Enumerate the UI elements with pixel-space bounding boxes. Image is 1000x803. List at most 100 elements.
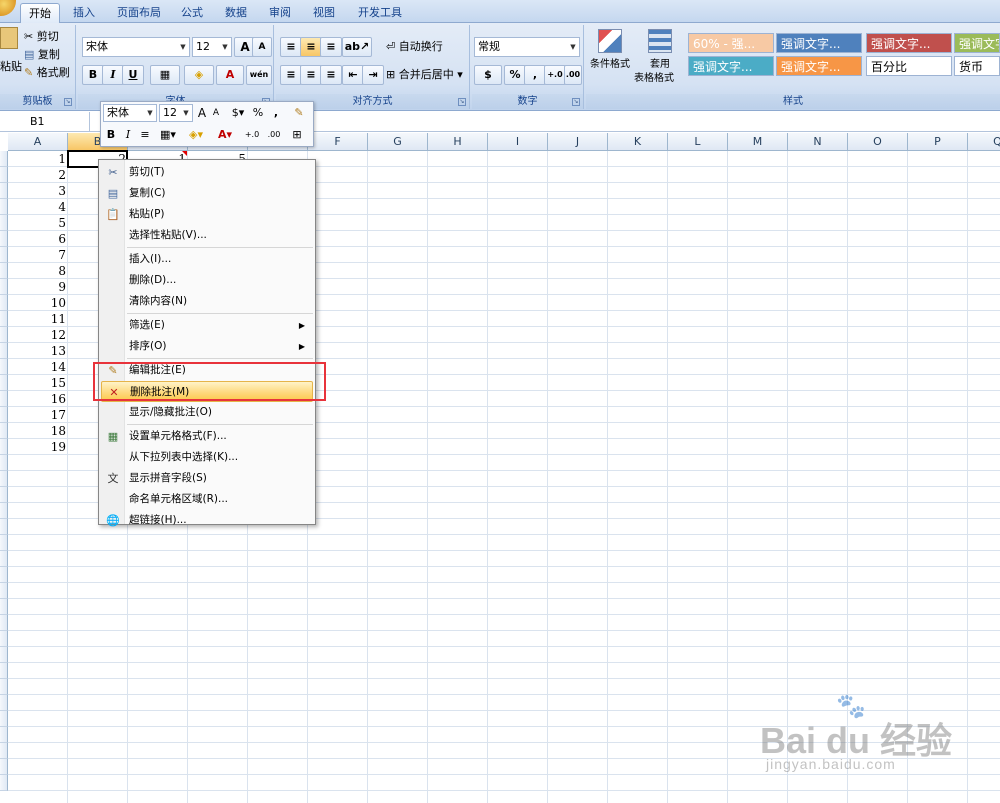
mini-merge-button[interactable]: ⊞ bbox=[287, 126, 307, 144]
row-header[interactable] bbox=[0, 391, 8, 407]
tab-formulas[interactable]: 公式 bbox=[174, 3, 210, 23]
row-header[interactable] bbox=[0, 631, 8, 647]
font-size-select[interactable]: 12 ▼ bbox=[192, 37, 232, 57]
cut-button[interactable]: ✂ 剪切 bbox=[24, 27, 59, 47]
row-header[interactable] bbox=[0, 311, 8, 327]
mini-bold-button[interactable]: B bbox=[103, 126, 119, 144]
row-header[interactable] bbox=[0, 151, 8, 167]
row-header[interactable] bbox=[0, 775, 8, 791]
style-cell-percent[interactable]: 百分比 bbox=[866, 56, 952, 76]
cell-a7[interactable]: 7 bbox=[8, 247, 66, 263]
cell-a12[interactable]: 12 bbox=[8, 327, 66, 343]
align-top-button[interactable]: ≡ bbox=[280, 37, 302, 57]
column-header-m[interactable]: M bbox=[728, 133, 788, 151]
align-right-button[interactable]: ≡ bbox=[320, 65, 342, 85]
row-header[interactable] bbox=[0, 647, 8, 663]
cell-a18[interactable]: 18 bbox=[8, 423, 66, 439]
number-launcher[interactable]: ↘ bbox=[572, 98, 580, 106]
menu-item-14[interactable]: 从下拉列表中选择(K)... bbox=[101, 447, 313, 468]
increase-indent-button[interactable]: ⇥ bbox=[362, 65, 384, 85]
cell-a17[interactable]: 17 bbox=[8, 407, 66, 423]
menu-item-1[interactable]: ✂ 剪切(T) bbox=[101, 162, 313, 183]
paste-button[interactable]: 粘贴 bbox=[0, 57, 22, 77]
cell-a13[interactable]: 13 bbox=[8, 343, 66, 359]
cell-a10[interactable]: 10 bbox=[8, 295, 66, 311]
align-center-button[interactable]: ≡ bbox=[300, 65, 322, 85]
mini-size-select[interactable]: 12 ▼ bbox=[159, 104, 193, 122]
row-header[interactable] bbox=[0, 407, 8, 423]
row-header[interactable] bbox=[0, 503, 8, 519]
cell-a4[interactable]: 4 bbox=[8, 199, 66, 215]
cell-a1[interactable]: 1 bbox=[8, 151, 66, 167]
menu-item-6[interactable]: 删除(D)... bbox=[101, 270, 313, 291]
format-painter-button[interactable]: ✎ 格式刷 bbox=[24, 63, 70, 83]
increase-decimal-button[interactable]: +.0 bbox=[544, 65, 566, 85]
column-header-g[interactable]: G bbox=[368, 133, 428, 151]
column-header-p[interactable]: P bbox=[908, 133, 968, 151]
mini-grow-font-button[interactable]: A bbox=[195, 104, 209, 122]
tab-developer[interactable]: 开发工具 bbox=[350, 3, 410, 23]
mini-fill-color-button[interactable]: ◈▾ bbox=[183, 126, 209, 144]
percent-button[interactable]: % bbox=[504, 65, 526, 85]
row-header[interactable] bbox=[0, 663, 8, 679]
row-header[interactable] bbox=[0, 759, 8, 775]
row-header[interactable] bbox=[0, 519, 8, 535]
shrink-font-button[interactable]: A bbox=[252, 37, 272, 57]
row-header[interactable] bbox=[0, 359, 8, 375]
menu-item-12[interactable]: 显示/隐藏批注(O) bbox=[101, 402, 313, 423]
mini-increase-decimal-button[interactable]: +.0 bbox=[241, 126, 263, 144]
row-header[interactable] bbox=[0, 199, 8, 215]
row-header[interactable] bbox=[0, 567, 8, 583]
row-header[interactable] bbox=[0, 183, 8, 199]
paste-icon[interactable] bbox=[0, 27, 18, 49]
menu-item-17[interactable]: 🌐 超链接(H)... bbox=[101, 510, 313, 531]
row-header[interactable] bbox=[0, 599, 8, 615]
menu-item-4[interactable]: 选择性粘贴(V)... bbox=[101, 225, 313, 246]
tab-data[interactable]: 数据 bbox=[218, 3, 254, 23]
row-header[interactable] bbox=[0, 695, 8, 711]
tab-home[interactable]: 开始 bbox=[20, 3, 60, 23]
font-name-select[interactable]: 宋体 ▼ bbox=[82, 37, 190, 57]
alignment-launcher[interactable]: ↘ bbox=[458, 98, 466, 106]
menu-item-2[interactable]: ▤ 复制(C) bbox=[101, 183, 313, 204]
fill-color-button[interactable]: ◈ bbox=[184, 65, 214, 85]
cell-a19[interactable]: 19 bbox=[8, 439, 66, 455]
row-header[interactable] bbox=[0, 423, 8, 439]
tab-page-layout[interactable]: 页面布局 bbox=[110, 3, 168, 23]
mini-italic-button[interactable]: I bbox=[121, 126, 135, 144]
menu-item-15[interactable]: 文显示拼音字段(S) bbox=[101, 468, 313, 489]
cell-a11[interactable]: 11 bbox=[8, 311, 66, 327]
row-header[interactable] bbox=[0, 551, 8, 567]
row-header[interactable] bbox=[0, 743, 8, 759]
cell-a14[interactable]: 14 bbox=[8, 359, 66, 375]
mini-shrink-font-button[interactable]: A bbox=[209, 104, 223, 122]
cell-a15[interactable]: 15 bbox=[8, 375, 66, 391]
decrease-decimal-button[interactable]: .00 bbox=[564, 65, 582, 85]
decrease-indent-button[interactable]: ⇤ bbox=[342, 65, 364, 85]
style-cell-60-accent[interactable]: 60% - 强... bbox=[688, 33, 774, 53]
row-header[interactable] bbox=[0, 215, 8, 231]
tab-insert[interactable]: 插入 bbox=[66, 3, 102, 23]
column-header-l[interactable]: L bbox=[668, 133, 728, 151]
italic-button[interactable]: I bbox=[102, 65, 124, 85]
wrap-text-button[interactable]: ⏎ 自动换行 bbox=[386, 37, 443, 57]
row-header[interactable] bbox=[0, 231, 8, 247]
cell-a9[interactable]: 9 bbox=[8, 279, 66, 295]
table-format-line2[interactable]: 表格格式 bbox=[634, 69, 674, 89]
mini-accounting-button[interactable]: $▾ bbox=[227, 104, 249, 122]
mini-center-button[interactable]: ≡ bbox=[137, 126, 153, 144]
style-cell-accent5[interactable]: 强调文字... bbox=[688, 56, 774, 76]
align-bottom-button[interactable]: ≡ bbox=[320, 37, 342, 57]
menu-item-7[interactable]: 清除内容(N) bbox=[101, 291, 313, 312]
menu-item-16[interactable]: 命名单元格区域(R)... bbox=[101, 489, 313, 510]
mini-borders-button[interactable]: ▦▾ bbox=[157, 126, 179, 144]
mini-decrease-decimal-button[interactable]: .00 bbox=[263, 126, 285, 144]
row-header[interactable] bbox=[0, 727, 8, 743]
cell-a16[interactable]: 16 bbox=[8, 391, 66, 407]
menu-item-5[interactable]: 插入(I)... bbox=[101, 249, 313, 270]
column-header-n[interactable]: N bbox=[788, 133, 848, 151]
menu-item-13[interactable]: ▦ 设置单元格格式(F)... bbox=[101, 426, 313, 447]
merge-center-button[interactable]: ⊞ 合并后居中 ▾ bbox=[386, 65, 463, 85]
mini-format-painter-button[interactable]: ✎ bbox=[289, 104, 309, 122]
column-header-h[interactable]: H bbox=[428, 133, 488, 151]
